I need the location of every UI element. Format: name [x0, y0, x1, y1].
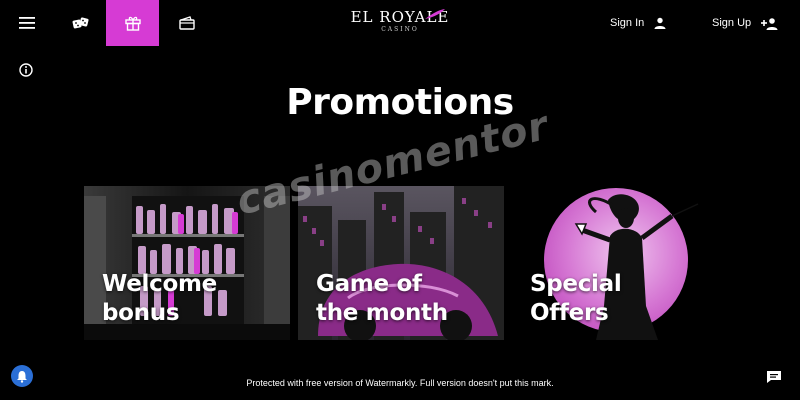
info-icon — [19, 63, 33, 77]
notifications-button[interactable] — [11, 365, 33, 387]
sign-in-button[interactable]: Sign In — [610, 12, 666, 34]
logo-sub-text: CASINO — [381, 26, 419, 33]
watermark-notice: Protected with free version of Watermark… — [246, 378, 554, 388]
promo-card-special-offers[interactable]: Special Offers — [512, 186, 718, 340]
bell-icon — [17, 370, 27, 383]
promo-card-game-of-the-month[interactable]: Game of the month — [298, 186, 504, 340]
feather-icon — [425, 9, 445, 19]
sign-up-button[interactable]: Sign Up — [712, 12, 779, 34]
card-title-line-2: the month — [316, 300, 448, 326]
top-header: EL ROYALE CASINO Sign In Sign Up — [0, 0, 800, 46]
card-title: Welcome bonus — [102, 270, 217, 328]
user-icon — [654, 17, 666, 29]
card-title: Special Offers — [530, 270, 622, 328]
sign-in-label: Sign In — [610, 17, 645, 29]
page-title: Promotions — [286, 82, 514, 123]
site-logo[interactable]: EL ROYALE CASINO — [340, 8, 460, 44]
card-title-line-1: Special — [530, 271, 622, 297]
dice-icon — [72, 17, 89, 29]
card-title-line-2: bonus — [102, 300, 180, 326]
promo-card-welcome-bonus[interactable]: Welcome bonus — [84, 186, 290, 340]
card-title-line-1: Welcome — [102, 271, 217, 297]
cashier-button[interactable] — [168, 0, 206, 46]
hamburger-icon — [19, 17, 35, 29]
promotions-button[interactable] — [106, 0, 159, 46]
chat-icon — [767, 371, 781, 383]
card-title: Game of the month — [316, 270, 448, 328]
gift-icon — [124, 16, 141, 31]
sign-up-label: Sign Up — [712, 17, 752, 29]
menu-button[interactable] — [8, 0, 46, 46]
games-button[interactable] — [62, 0, 100, 46]
wallet-icon — [179, 16, 195, 30]
card-title-line-1: Game of — [316, 271, 422, 297]
card-title-line-2: Offers — [530, 300, 609, 326]
user-plus-icon — [761, 17, 778, 30]
live-chat-button[interactable] — [766, 370, 782, 384]
info-button[interactable] — [18, 62, 34, 78]
